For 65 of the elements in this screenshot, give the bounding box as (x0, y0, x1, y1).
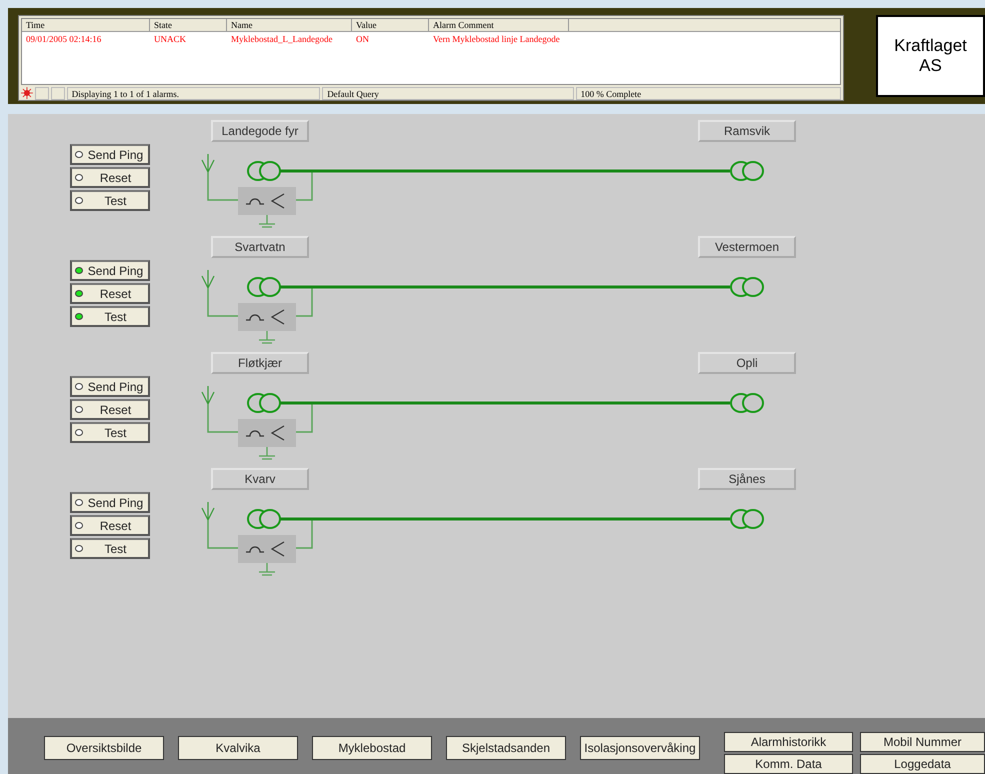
control-button[interactable]: Test (70, 422, 150, 443)
nav-button[interactable]: Skjelstadsanden (446, 736, 566, 760)
transformer-icon (730, 393, 764, 413)
antenna-icon (201, 153, 215, 174)
transformer-icon (247, 393, 281, 413)
table-cell-text: UNACK (153, 33, 188, 46)
relay-drawing (238, 535, 296, 563)
control-button[interactable]: Reset (70, 283, 150, 304)
control-button[interactable]: Test (70, 538, 150, 559)
station-label: Svartvatn (211, 236, 309, 258)
company-logo: Kraftlaget AS (876, 15, 985, 97)
station-label: Kvarv (211, 468, 309, 490)
status-text: Default Query (322, 86, 574, 100)
column-header[interactable]: State (150, 19, 227, 31)
control-button[interactable]: Reset (70, 399, 150, 420)
station-label: Sjånes (698, 468, 796, 490)
table-cell-text: 09/01/2005 02:14:16 (25, 33, 102, 46)
antenna-icon (201, 385, 215, 406)
control-button[interactable]: Test (70, 306, 150, 327)
transformer-icon (730, 161, 764, 181)
control-button[interactable]: Send Ping (70, 492, 150, 513)
station-label: Vestermoen (698, 236, 796, 258)
transformer-icon (730, 277, 764, 297)
control-button[interactable]: Reset (70, 515, 150, 536)
status-cell (34, 86, 49, 100)
nav-button[interactable]: Komm. Data (724, 754, 853, 774)
column-header[interactable]: Time (22, 19, 150, 31)
antenna-icon (201, 501, 215, 522)
station-label: Opli (698, 352, 796, 374)
relay-drawing (238, 187, 296, 215)
table-cell-text: Myklebostad_L_Landegode (230, 33, 334, 46)
table-cell-text: Vern Myklebostad linje Landegode (432, 33, 561, 46)
transformer-icon (730, 509, 764, 529)
station-label: Ramsvik (698, 120, 796, 142)
transformer-icon (247, 277, 281, 297)
nav-button[interactable]: Kvalvika (178, 736, 298, 760)
nav-button[interactable]: Oversiktsbilde (44, 736, 164, 760)
relay-drawing (238, 419, 296, 447)
control-button[interactable]: Send Ping (70, 144, 150, 165)
column-header[interactable]: Value (352, 19, 429, 31)
column-header[interactable]: Alarm Comment (429, 19, 569, 31)
relay-drawing (238, 303, 296, 331)
nav-button[interactable]: Alarmhistorikk (724, 732, 853, 752)
ground-icon (258, 446, 276, 460)
ground-icon (258, 330, 276, 344)
ground-icon (258, 562, 276, 576)
control-button[interactable]: Reset (70, 167, 150, 188)
column-header[interactable]: Name (227, 19, 352, 31)
nav-button[interactable]: Mobil Nummer (860, 732, 985, 752)
nav-button[interactable]: Myklebostad (312, 736, 432, 760)
station-label: Landegode fyr (211, 120, 309, 142)
table-cell-text: ON (355, 33, 370, 46)
ground-icon (258, 214, 276, 228)
status-text: 100 % Complete (576, 86, 842, 100)
status-text: Displaying 1 to 1 of 1 alarms. (66, 86, 320, 100)
station-label: Fløtkjær (211, 352, 309, 374)
transformer-icon (247, 161, 281, 181)
antenna-icon (201, 269, 215, 290)
transformer-icon (247, 509, 281, 529)
control-button[interactable]: Send Ping (70, 260, 150, 281)
nav-button[interactable]: Isolasjonsovervåking (580, 736, 700, 760)
nav-button[interactable]: Loggedata (860, 754, 985, 774)
control-button[interactable]: Send Ping (70, 376, 150, 397)
status-cell (50, 86, 65, 100)
control-button[interactable]: Test (70, 190, 150, 211)
